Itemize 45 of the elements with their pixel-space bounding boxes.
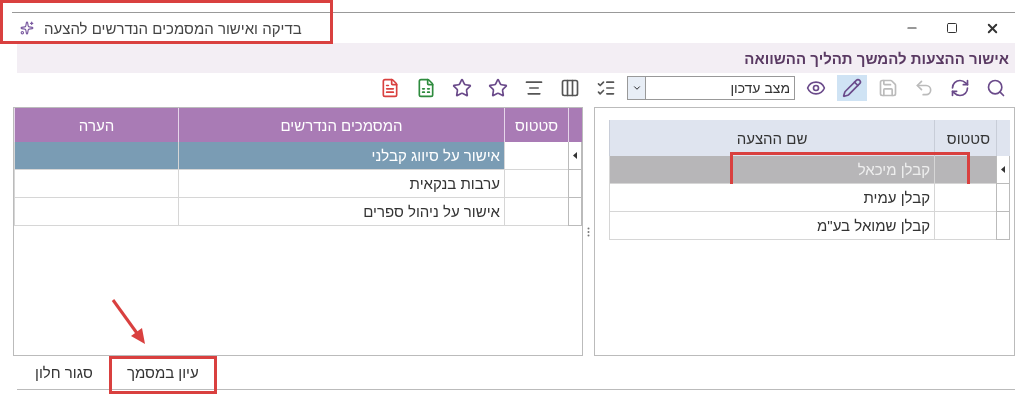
section-header: אישור ההצעות להמשך תהליך ההשוואה [17,43,1015,73]
column-header: הערה [14,108,178,142]
view-icon [806,78,826,98]
proposal-cell[interactable]: קבלן עמית [609,184,934,212]
column-header: שם ההצעה [609,120,934,156]
excel-icon [416,78,436,98]
app-icon [20,21,34,35]
columns-icon [560,78,580,98]
maximize-icon [946,22,958,34]
align-icon [524,78,544,98]
status-cell [934,184,996,212]
edit-icon [842,78,862,98]
column-header: סטטוס [504,108,568,142]
corner-cell [568,108,582,142]
star-icon [452,78,472,98]
row-marker[interactable] [568,142,582,170]
document-cell[interactable]: אישור על ניהול ספרים [178,198,504,226]
row-marker[interactable] [568,198,582,226]
window-title: בדיקה ואישור המסמכים הנדרשים להצעה [44,19,302,37]
row-marker[interactable] [568,170,582,198]
row-marker[interactable] [996,212,1010,240]
status-cell [504,142,568,170]
column-header: סטטוס [934,120,996,156]
undo-icon [914,78,934,98]
refresh-icon [950,78,970,98]
edit-button[interactable] [837,75,867,101]
current-row-icon [573,152,577,159]
pdf-icon [380,78,400,98]
mode-field[interactable]: מצב עדכון [645,76,795,100]
proposal-cell[interactable]: קבלן שמואל בע"מ [609,212,934,240]
current-row-icon [1001,166,1005,173]
column-header: המסמכים הנדרשים [178,108,504,142]
checklist-icon [596,78,616,98]
status-cell [504,170,568,198]
status-cell [504,198,568,226]
row-marker[interactable] [996,184,1010,212]
corner-cell [996,120,1010,156]
search-icon [986,78,1006,98]
row-marker[interactable] [996,156,1010,184]
document-cell[interactable]: ערבות בנקאית [178,170,504,198]
status-cell [934,212,996,240]
status-cell [934,156,996,184]
splitter-grip-icon [587,226,590,237]
save-icon [878,78,898,98]
caret-icon [631,83,642,93]
